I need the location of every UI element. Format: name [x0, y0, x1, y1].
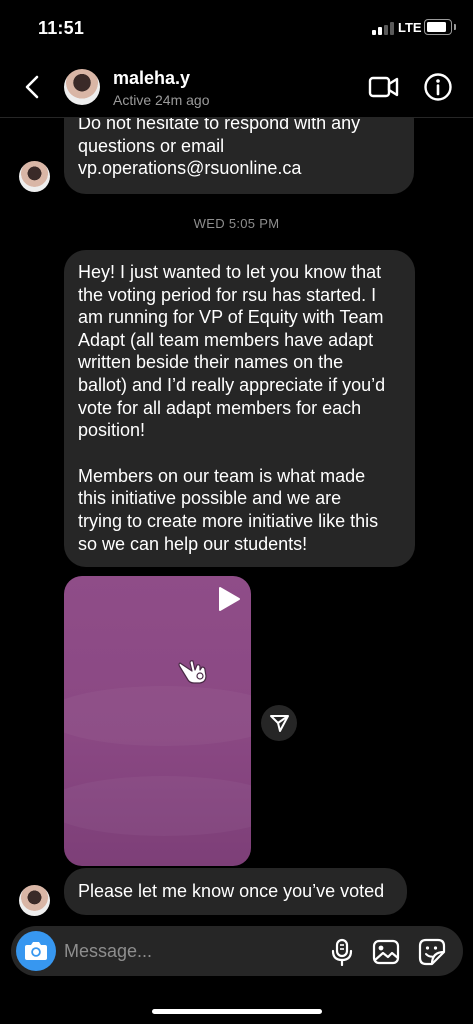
hand-pointer-icon — [178, 660, 207, 684]
gallery-button[interactable] — [372, 938, 400, 966]
microphone-button[interactable] — [329, 938, 355, 967]
message-text: Members on our team is what made this in… — [78, 465, 379, 554]
active-status: Active 24m ago — [113, 92, 210, 108]
sticker-icon — [418, 938, 446, 966]
message-bubble[interactable]: Hey! I just wanted to let you know that … — [64, 250, 415, 568]
chevron-left-icon — [25, 75, 39, 99]
info-button[interactable] — [422, 71, 454, 103]
play-icon[interactable] — [215, 586, 241, 612]
video-camera-icon — [368, 76, 399, 98]
message-input[interactable] — [64, 926, 314, 976]
image-icon — [372, 939, 400, 965]
message-timestamp: WED 5:05 PM — [193, 216, 280, 231]
status-time: 11:51 — [38, 18, 85, 38]
message-text: Please let me know once you’ve voted — [78, 881, 385, 901]
camera-icon — [25, 942, 47, 960]
send-icon — [270, 715, 289, 732]
message-bubble[interactable]: Please let me know once you’ve voted — [64, 868, 407, 915]
signal-icon — [372, 22, 394, 35]
network-label: LTE — [398, 20, 422, 35]
video-call-button[interactable] — [368, 72, 400, 102]
status-bar: 11:51 LTE — [0, 0, 473, 56]
sender-avatar[interactable] — [19, 161, 50, 192]
avatar[interactable] — [64, 69, 100, 105]
message-thread[interactable]: Do not hesitate to respond with any ques… — [0, 118, 473, 926]
shared-video[interactable] — [64, 576, 251, 866]
message-text: Do not hesitate to respond with any ques… — [78, 118, 361, 179]
message-bubble[interactable]: Do not hesitate to respond with any ques… — [64, 118, 414, 194]
home-indicator — [152, 1009, 322, 1014]
microphone-icon — [331, 938, 353, 967]
info-icon — [424, 73, 452, 101]
message-composer — [11, 926, 463, 976]
message-text: Hey! I just wanted to let you know that … — [78, 262, 386, 441]
share-button[interactable] — [261, 705, 297, 741]
camera-button[interactable] — [16, 931, 56, 971]
chat-header: maleha.y Active 24m ago — [0, 56, 473, 118]
sender-avatar[interactable] — [19, 885, 50, 916]
battery-icon — [424, 19, 452, 35]
contact-name[interactable]: maleha.y — [113, 68, 190, 89]
back-button[interactable] — [18, 72, 48, 102]
sticker-button[interactable] — [418, 938, 446, 966]
